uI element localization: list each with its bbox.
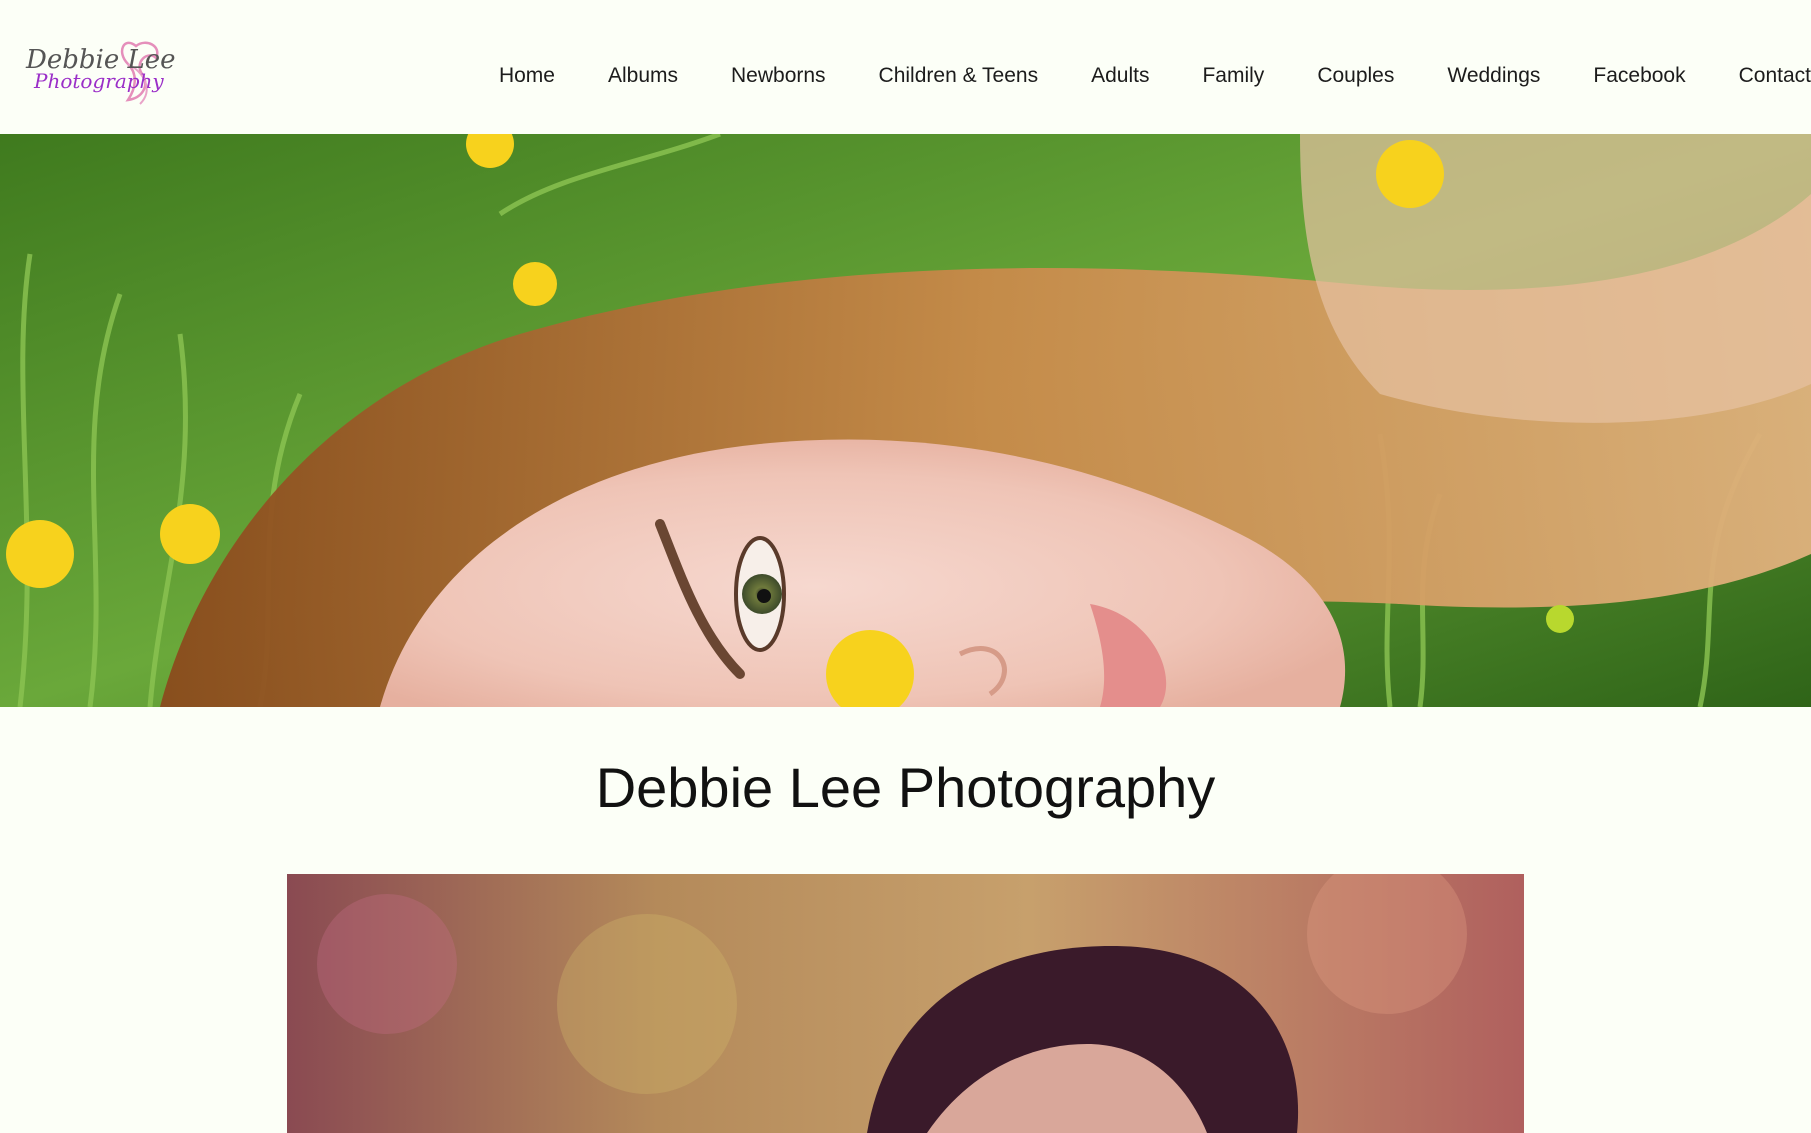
logo-line2: Photography <box>33 69 164 93</box>
nav-item-family[interactable]: Family <box>1202 56 1264 96</box>
featured-photo <box>287 874 1524 1133</box>
nav-item-contact[interactable]: Contact <box>1739 56 1811 96</box>
nav-item-weddings[interactable]: Weddings <box>1447 56 1540 96</box>
nav-item-albums[interactable]: Albums <box>608 56 678 96</box>
hero-banner-image <box>0 134 1811 707</box>
nav-item-facebook[interactable]: Facebook <box>1593 56 1685 96</box>
nav-item-couples[interactable]: Couples <box>1317 56 1394 96</box>
nav-item-adults[interactable]: Adults <box>1091 56 1149 96</box>
main-nav: Home Albums Newborns Children & Teens Ad… <box>499 56 1811 96</box>
page-title: Debbie Lee Photography <box>595 756 1216 819</box>
site-header: Debbie Lee Photography Home Albums Newbo… <box>0 0 1811 134</box>
nav-item-newborns[interactable]: Newborns <box>731 56 826 96</box>
nav-item-children-teens[interactable]: Children & Teens <box>879 56 1039 96</box>
nav-item-home[interactable]: Home <box>499 56 555 96</box>
site-logo[interactable]: Debbie Lee Photography <box>24 32 184 112</box>
